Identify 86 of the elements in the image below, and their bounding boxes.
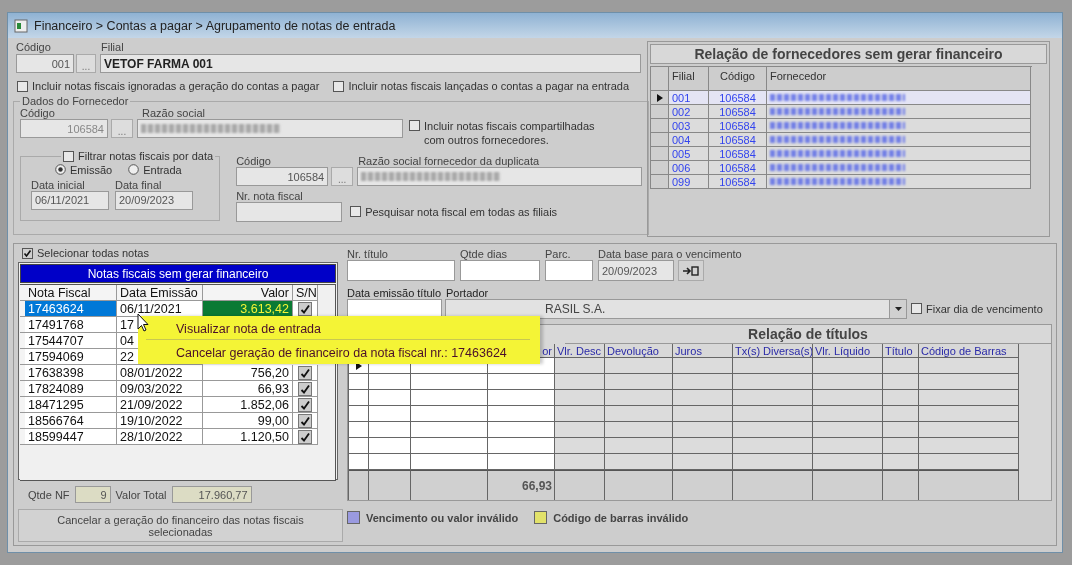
table-cell: 106584 — [709, 161, 767, 175]
panel-title: Relação de fornecedores sem gerar financeiro — [650, 44, 1047, 64]
table-cell[interactable]: 17824089 — [25, 381, 117, 397]
table-cell: 001 — [669, 91, 709, 105]
table-cell[interactable]: 18471295 — [25, 397, 117, 413]
table-cell: 106584 — [709, 175, 767, 189]
table-cell[interactable]: 17594069 — [25, 349, 117, 365]
date-field[interactable]: 06/11/2021 — [31, 190, 109, 210]
table-cell: 106584 — [709, 147, 767, 161]
column-header: Nota Fiscal — [25, 285, 117, 301]
table-cell: 106584 — [709, 133, 767, 147]
table-cell: 08/01/2022 — [117, 365, 203, 381]
field-label: Código — [20, 107, 56, 119]
field-label: Parc. — [545, 248, 572, 260]
table-cell[interactable]: 17544707 — [25, 333, 117, 349]
field-label: Portador — [446, 287, 489, 299]
table-cell: 99,00 — [203, 413, 293, 429]
field-label: Data final — [115, 178, 163, 191]
table-cell: 002 — [669, 105, 709, 119]
column-header: Valor — [203, 285, 293, 301]
table-cell: 06/11/2021 — [117, 301, 203, 317]
table-cell: 003 — [669, 119, 709, 133]
field-label: Filial — [101, 41, 124, 53]
table-cell: 21/09/2022 — [117, 397, 203, 413]
field-label: Data emissão título — [347, 287, 443, 299]
panel-title: Relação de títulos — [565, 325, 1051, 344]
table-cell: 1.852,06 — [203, 397, 293, 413]
table-cell: 1.120,50 — [203, 429, 293, 445]
lookup-button[interactable]: ... — [76, 54, 96, 73]
checkbox-label: Incluir notas fiscais lançadas o contas a pagar na entrada — [348, 79, 630, 93]
table-cell: 66,93 — [203, 381, 293, 397]
column-header: Data Emissão — [117, 285, 203, 301]
checkbox-label: Incluir notas fiscais ignoradas a geração do contas a pagar — [32, 79, 320, 93]
cancel-button[interactable]: Cancelar a geração do financeiro das notas fiscais selecionadas — [18, 509, 343, 542]
checkbox-label: Incluir notas fiscais compartilhadas com outros fornecedores. — [424, 119, 596, 147]
field-label: Razão social — [142, 107, 205, 119]
field-label: Código — [236, 155, 272, 167]
table-cell[interactable]: 17463624 — [25, 301, 117, 317]
panel-title: Notas fiscais sem gerar financeiro — [20, 264, 336, 283]
field-label: Nr. título — [347, 248, 389, 260]
table-cell: 28/10/2022 — [117, 429, 203, 445]
field-label: Razão social fornecedor da duplicata — [358, 155, 540, 167]
code-field[interactable]: 001 — [16, 54, 74, 73]
legend-label: Código de barras inválido — [553, 511, 689, 524]
checkbox-label: Pesquisar nota fiscal em todas as filiais — [365, 204, 558, 219]
total-field: 17.960,77 — [171, 486, 252, 503]
table-cell: 004 — [669, 133, 709, 147]
total-value: 66,93 — [521, 478, 552, 493]
field-label: Data base para o vencimento — [598, 248, 742, 260]
field-label: Código — [16, 41, 52, 53]
table-cell: 099 — [669, 175, 709, 189]
table-cell[interactable]: 18599447 — [25, 429, 117, 445]
table-cell[interactable]: 18566764 — [25, 413, 117, 429]
legend-label: Vencimento ou valor inválido — [366, 511, 519, 524]
branch-field[interactable]: VETOF FARMA 001 — [100, 54, 641, 73]
code-field[interactable]: 106584 — [236, 167, 329, 186]
table-cell: 106584 — [709, 91, 767, 105]
table-cell: 005 — [669, 147, 709, 161]
lookup-button[interactable]: ... — [111, 119, 133, 138]
table-cell: 09/03/2022 — [117, 381, 203, 397]
checkbox-label: Filtrar notas fiscais por data — [78, 149, 214, 163]
date-field[interactable]: 20/09/2023 — [115, 190, 193, 210]
checkbox-label: Selecionar todas notas — [37, 246, 149, 260]
count-field: 9 — [74, 486, 111, 503]
field-label: Nr. nota fiscal — [236, 190, 304, 202]
table-cell[interactable]: 17638398 — [25, 365, 117, 381]
column-header: S/N — [293, 285, 318, 301]
field-label: Qtde NF — [28, 488, 70, 501]
table-cell: 756,20 — [203, 365, 293, 381]
carrier-dropdown[interactable]: RASIL S.A. — [445, 299, 907, 319]
table-cell: 3.613,42 — [203, 301, 293, 317]
date-field[interactable]: 20/09/2023 — [598, 260, 674, 281]
group-title: Dados do Fornecedor — [21, 95, 130, 107]
radio-label: Emissão — [70, 163, 113, 176]
table-cell[interactable]: 17491768 — [25, 317, 117, 333]
radio-label: Entrada — [143, 163, 182, 176]
dropdown-value: RASIL S.A. — [545, 302, 607, 316]
table-cell: 19/10/2022 — [117, 413, 203, 429]
checkbox-label: Fixar dia de vencimento — [926, 301, 1043, 316]
table-cell: 006 — [669, 161, 709, 175]
window-title: Financeiro > Contas a pagar > Agrupamento de notas de entrada — [34, 18, 396, 33]
table-cell: 106584 — [709, 105, 767, 119]
field-label: Qtde dias — [460, 248, 509, 260]
field-label: Data inicial — [31, 178, 86, 191]
table-cell: 106584 — [709, 119, 767, 133]
field-label: Valor Total — [115, 488, 167, 501]
